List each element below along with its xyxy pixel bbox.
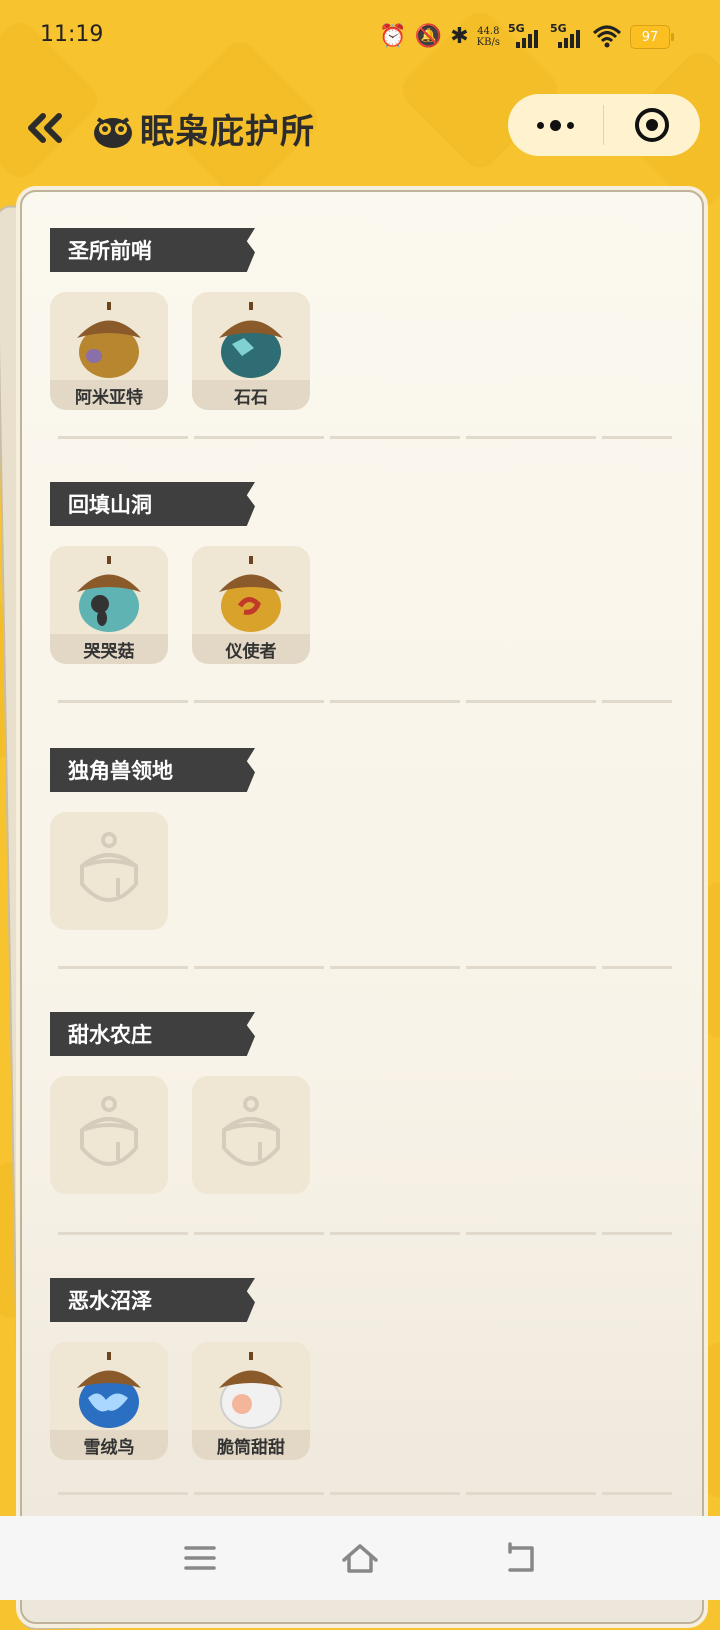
bluetooth-icon: ✱: [450, 24, 469, 49]
acorn-icon: [219, 1352, 283, 1429]
item-label: 脆筒甜甜: [192, 1430, 310, 1460]
acorn-icon: [77, 1352, 141, 1428]
acorn-icon: [219, 302, 283, 378]
item-label: 雪绒鸟: [50, 1430, 168, 1460]
app-header: 眠枭庇护所: [0, 90, 720, 166]
mini-program-capsule: [508, 94, 700, 156]
status-time: 11:19: [40, 22, 104, 47]
section-items: 阿米亚特 石石: [50, 292, 310, 410]
section-divider: [58, 436, 672, 439]
section-divider: [58, 1232, 672, 1235]
signal-sim1-icon: 5G: [508, 22, 542, 50]
collectible-item[interactable]: 雪绒鸟: [50, 1342, 168, 1460]
section-sanctuary-outpost: 圣所前哨 阿米亚特 石石: [50, 228, 670, 410]
section-items: [50, 1076, 310, 1194]
collectible-item[interactable]: 脆筒甜甜: [192, 1342, 310, 1460]
section-title: 回填山洞: [50, 482, 255, 526]
signal-sim2-icon: 5G: [550, 22, 584, 50]
section-unicorn-territory: 独角兽领地: [50, 748, 670, 930]
acorn-outline-icon: [222, 1096, 280, 1166]
section-divider: [58, 1492, 672, 1495]
collectible-item[interactable]: 阿米亚特: [50, 292, 168, 410]
page-title: 眠枭庇护所: [140, 112, 315, 152]
more-dots-icon[interactable]: [508, 94, 603, 156]
home-icon[interactable]: [335, 1538, 385, 1578]
status-icons: ⏰ 🔕 ✱ 44.8 KB/s 5G 5G 97: [379, 22, 674, 52]
section-title: 独角兽领地: [50, 748, 255, 792]
locked-item-slot[interactable]: [50, 1076, 168, 1194]
section-foulwater-swamp: 恶水沼泽 雪绒鸟 脆筒甜甜: [50, 1278, 670, 1460]
section-title: 甜水农庄: [50, 1012, 255, 1056]
section-items: 哭哭菇 仪使者: [50, 546, 310, 664]
collectible-item[interactable]: 哭哭菇: [50, 546, 168, 664]
item-label: 仪使者: [192, 634, 310, 664]
alarm-icon: ⏰: [379, 24, 407, 49]
owl-logo-icon: [94, 116, 132, 148]
acorn-icon: [219, 556, 283, 632]
battery-indicator: 97: [630, 25, 674, 49]
back-icon[interactable]: [495, 1538, 545, 1578]
section-divider: [58, 700, 672, 703]
section-title: 圣所前哨: [50, 228, 255, 272]
item-label: 石石: [192, 380, 310, 410]
item-label: 哭哭菇: [50, 634, 168, 664]
section-items: [50, 812, 168, 930]
system-nav-bar: [0, 1516, 720, 1600]
status-bar: 11:19 ⏰ 🔕 ✱ 44.8 KB/s 5G 5G 97: [0, 0, 720, 74]
section-sweetwater-farm: 甜水农庄: [50, 1012, 670, 1194]
net-speed: 44.8 KB/s: [476, 26, 500, 48]
target-close-icon[interactable]: [604, 94, 700, 156]
wifi-icon: [592, 25, 622, 48]
section-items: 雪绒鸟 脆筒甜甜: [50, 1342, 310, 1460]
section-divider: [58, 966, 672, 969]
acorn-icon: [77, 556, 141, 632]
page-title-group: 眠枭庇护所: [92, 104, 315, 153]
acorn-outline-icon: [80, 832, 138, 902]
item-label: 阿米亚特: [50, 380, 168, 410]
mute-bell-icon: 🔕: [414, 24, 443, 49]
menu-icon[interactable]: [175, 1538, 225, 1578]
locked-item-slot[interactable]: [192, 1076, 310, 1194]
acorn-outline-icon: [80, 1096, 138, 1166]
section-backfill-cave: 回填山洞 哭哭菇 仪使者: [50, 482, 670, 664]
collectible-item[interactable]: 石石: [192, 292, 310, 410]
locked-item-slot[interactable]: [50, 812, 168, 930]
acorn-icon: [77, 302, 141, 378]
double-chevron-left-icon[interactable]: [20, 108, 70, 148]
collectible-item[interactable]: 仪使者: [192, 546, 310, 664]
collection-card: 圣所前哨 阿米亚特 石石 回填山洞 哭哭菇 仪使者 独角兽领地 甜水农庄 恶水沼…: [20, 190, 704, 1624]
section-title: 恶水沼泽: [50, 1278, 255, 1322]
